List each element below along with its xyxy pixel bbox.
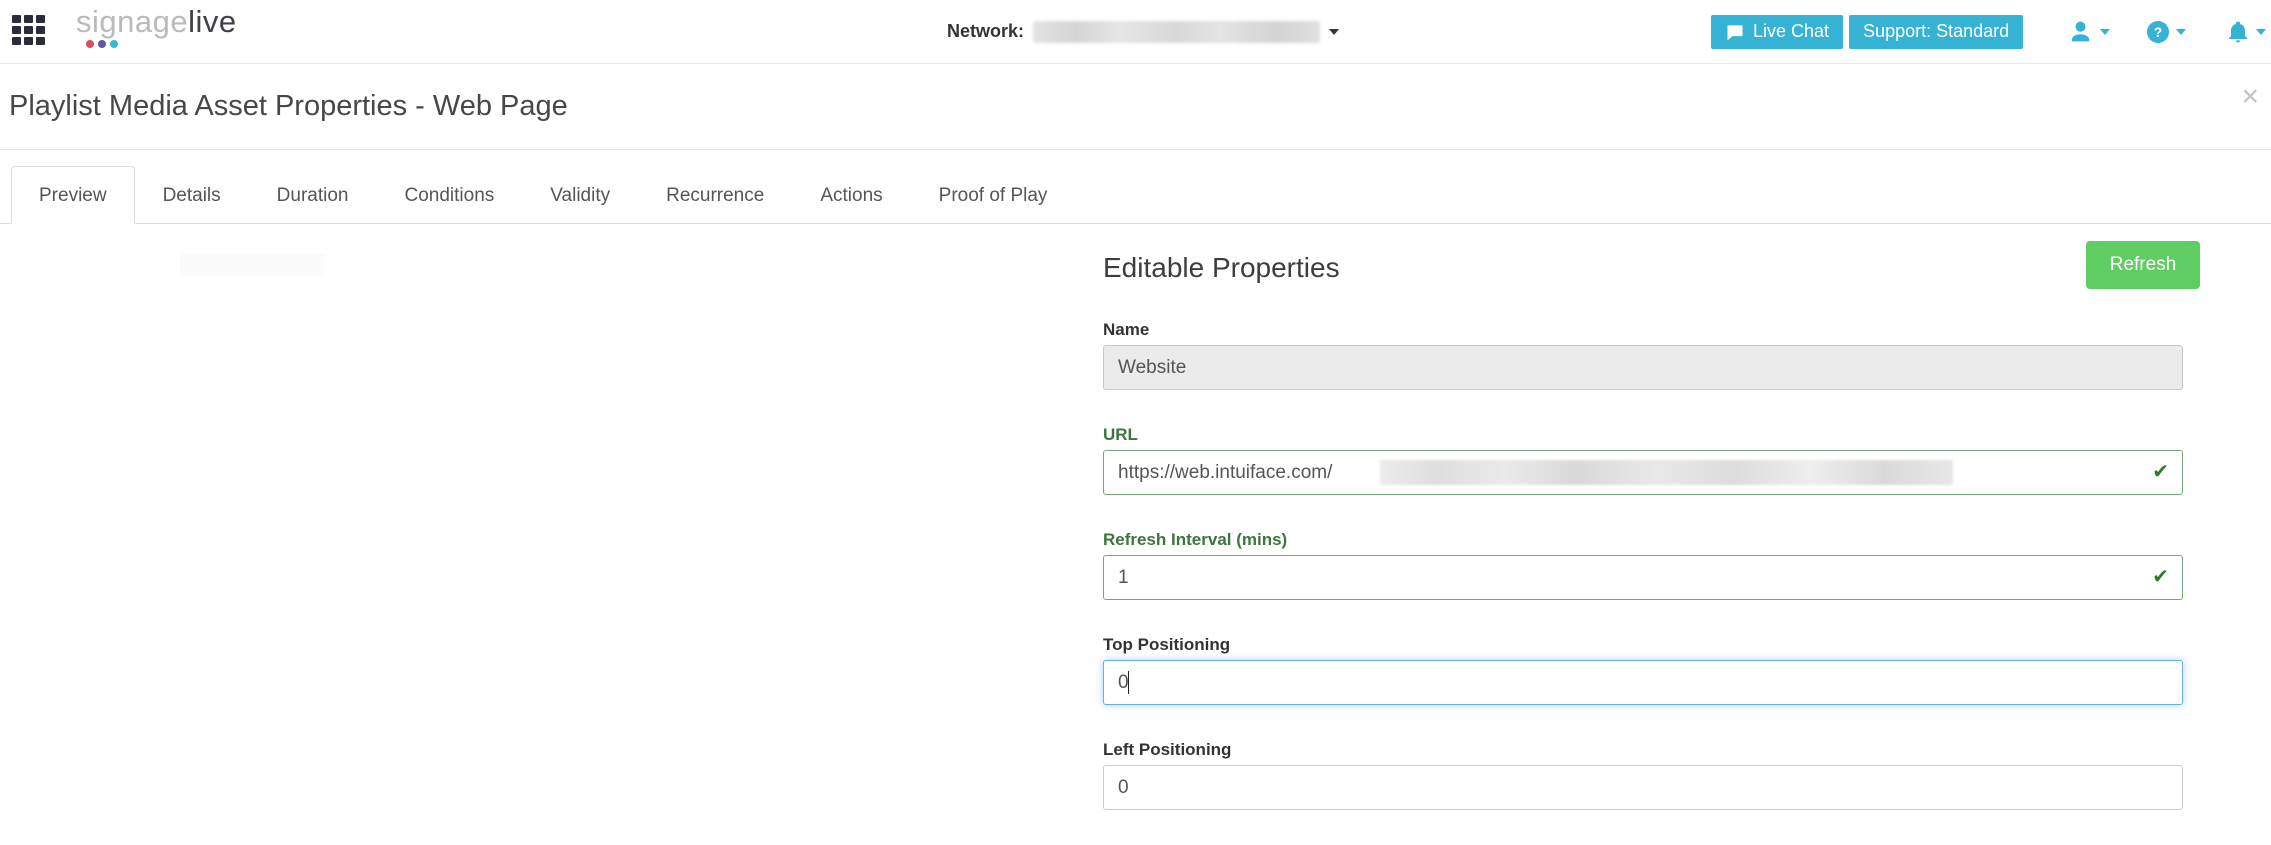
help-menu[interactable]: ? xyxy=(2146,20,2186,44)
text-cursor xyxy=(1128,671,1129,694)
refresh-button[interactable]: Refresh xyxy=(2086,241,2200,289)
refresh-interval-field[interactable] xyxy=(1103,555,2183,600)
close-icon[interactable]: × xyxy=(2241,82,2259,112)
panel-heading: Editable Properties xyxy=(1103,248,2183,288)
chevron-down-icon xyxy=(1329,29,1339,35)
logo-dot-red xyxy=(86,40,94,48)
support-label: Support: Standard xyxy=(1863,21,2009,42)
tab-duration[interactable]: Duration xyxy=(249,166,377,224)
logo-part-live: live xyxy=(188,4,237,39)
name-field xyxy=(1103,345,2183,390)
tab-recurrence[interactable]: Recurrence xyxy=(638,166,792,224)
name-label: Name xyxy=(1103,320,2183,340)
tab-proof-of-play[interactable]: Proof of Play xyxy=(911,166,1076,224)
valid-check-icon: ✔ xyxy=(2152,555,2169,600)
tab-validity[interactable]: Validity xyxy=(522,166,638,224)
dialog-header: Playlist Media Asset Properties - Web Pa… xyxy=(0,64,2271,150)
url-field[interactable] xyxy=(1103,450,2183,495)
network-value-redacted xyxy=(1033,21,1320,43)
preview-placeholder xyxy=(180,254,325,276)
valid-check-icon: ✔ xyxy=(2152,450,2169,495)
signagelive-logo[interactable]: signagelive xyxy=(76,5,237,48)
tab-details[interactable]: Details xyxy=(135,166,249,224)
network-label: Network: xyxy=(947,21,1024,42)
field-group-url: URL ✔ xyxy=(1103,425,2183,495)
chevron-down-icon xyxy=(2176,29,2186,35)
preview-tab-panel: Editable Properties Refresh Name URL ✔ R… xyxy=(0,224,2271,841)
tab-actions[interactable]: Actions xyxy=(792,166,910,224)
logo-dots xyxy=(86,40,237,48)
logo-text: signagelive xyxy=(76,5,237,39)
field-group-refresh-interval: Refresh Interval (mins) ✔ xyxy=(1103,530,2183,600)
app-grid-icon[interactable] xyxy=(12,15,45,45)
bell-icon xyxy=(2226,19,2250,44)
property-tabs: Preview Details Duration Conditions Vali… xyxy=(0,166,2271,224)
refresh-interval-label: Refresh Interval (mins) xyxy=(1103,530,2183,550)
logo-dot-purple xyxy=(98,40,106,48)
tab-conditions[interactable]: Conditions xyxy=(376,166,522,224)
header-actions: Live Chat Support: Standard ? xyxy=(1711,0,2266,63)
page-title: Playlist Media Asset Properties - Web Pa… xyxy=(9,90,568,123)
field-group-left-positioning: Left Positioning xyxy=(1103,740,2183,810)
logo-dot-cyan xyxy=(110,40,118,48)
user-icon xyxy=(2067,18,2094,45)
left-positioning-field[interactable] xyxy=(1103,765,2183,810)
tab-preview[interactable]: Preview xyxy=(11,166,135,224)
field-group-name: Name xyxy=(1103,320,2183,390)
field-group-top-positioning: Top Positioning xyxy=(1103,635,2183,705)
notifications-menu[interactable] xyxy=(2226,19,2266,44)
live-chat-label: Live Chat xyxy=(1753,21,1829,42)
editable-properties-form: Editable Properties Refresh Name URL ✔ R… xyxy=(1103,224,2183,845)
support-standard-button[interactable]: Support: Standard xyxy=(1849,15,2023,49)
chevron-down-icon xyxy=(2100,29,2110,35)
chat-bubble-icon xyxy=(1725,22,1745,42)
top-header: signagelive Network: Live Chat Support: … xyxy=(0,0,2271,64)
chevron-down-icon xyxy=(2256,29,2266,35)
live-chat-button[interactable]: Live Chat xyxy=(1711,15,1843,49)
left-positioning-label: Left Positioning xyxy=(1103,740,2183,760)
network-selector[interactable]: Network: xyxy=(947,0,1339,63)
logo-part-signage: signage xyxy=(76,4,188,39)
top-positioning-field[interactable] xyxy=(1103,660,2183,705)
top-positioning-label: Top Positioning xyxy=(1103,635,2183,655)
url-label: URL xyxy=(1103,425,2183,445)
svg-text:?: ? xyxy=(2154,24,2163,40)
help-icon: ? xyxy=(2146,20,2170,44)
user-menu[interactable] xyxy=(2067,18,2110,45)
